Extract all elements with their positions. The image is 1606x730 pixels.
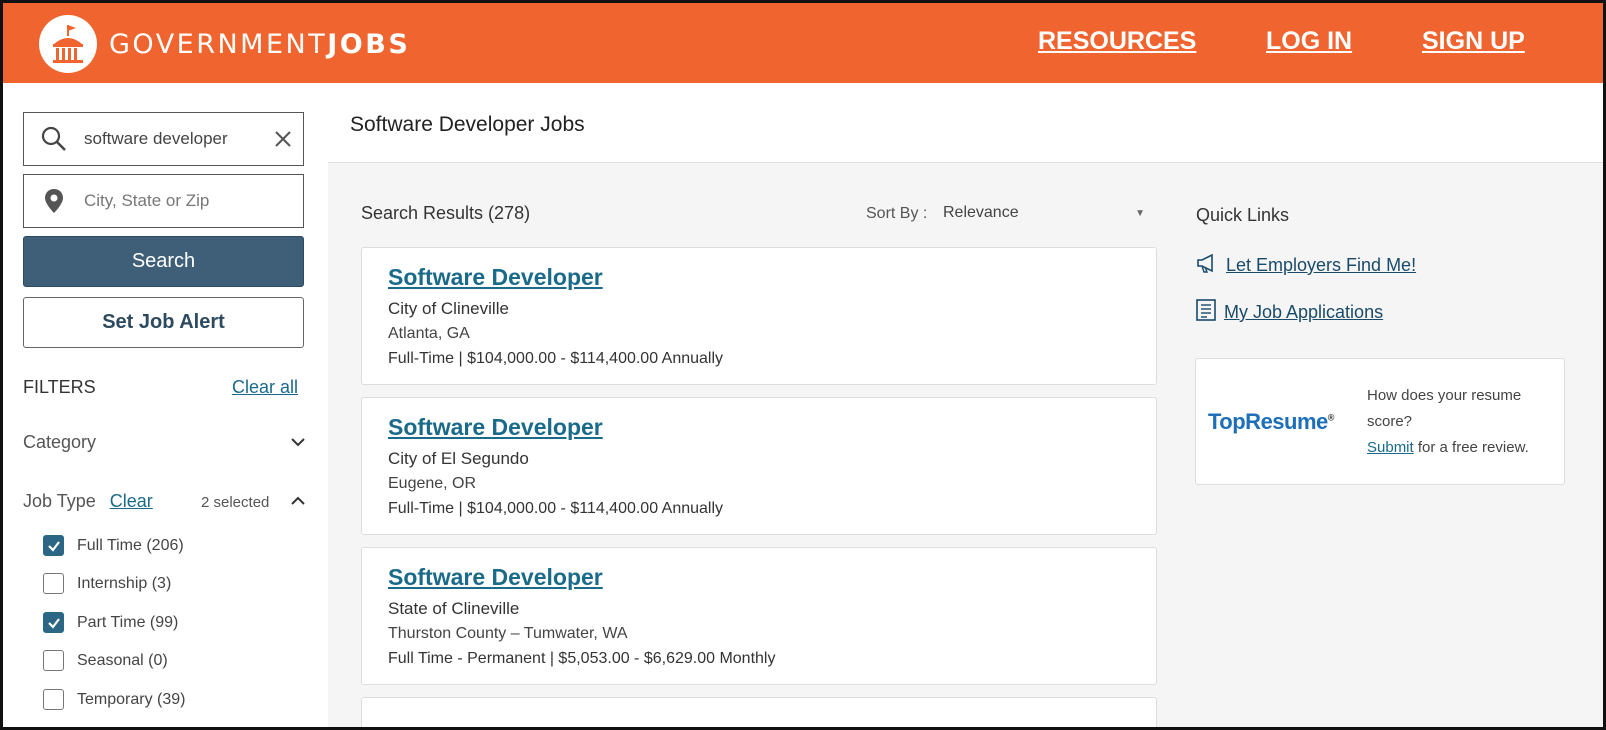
job-employer: City of El Segundo	[388, 449, 529, 468]
job-salary: Full-Time | $104,000.00 - $114,400.00 An…	[388, 350, 724, 367]
job-title-link[interactable]: Software Developer	[388, 264, 603, 291]
part-time-option-label: Part Time (99)	[77, 613, 179, 631]
topresume-ad: TopResume® How does your resume score? S…	[1195, 358, 1565, 485]
job-employer: City of Clineville	[388, 299, 509, 318]
nav-login-link[interactable]: LOG IN	[1266, 27, 1352, 56]
temporary-option-label: Temporary (39)	[77, 690, 186, 708]
category-filter-label: Category	[23, 432, 97, 452]
brand-name-bold: JOBS	[327, 28, 411, 60]
internship-checkbox[interactable]	[43, 573, 64, 594]
job-type-selected-count: 2 selected	[201, 494, 270, 511]
page-title-bar: Software Developer Jobs	[328, 83, 1603, 163]
location-input-placeholder[interactable]: City, State or Zip	[84, 191, 303, 211]
job-type-filter-header: Job Type Clear 2 selected	[23, 491, 306, 512]
internship-option-label: Internship (3)	[77, 574, 172, 592]
nav-signup-link[interactable]: SIGN UP	[1422, 27, 1525, 56]
megaphone-icon	[1196, 253, 1218, 278]
seasonal-checkbox[interactable]	[43, 650, 64, 671]
brand-name-light: GOVERNMENT	[109, 28, 328, 60]
let-employers-find-me-label: Let Employers Find Me!	[1226, 255, 1417, 275]
topresume-question: How does your resume score?	[1367, 387, 1522, 430]
let-employers-find-me-link[interactable]: Let Employers Find Me!	[1196, 253, 1416, 278]
full-time-option-label: Full Time (206)	[77, 536, 184, 554]
check-icon	[47, 540, 60, 552]
job-card-partial[interactable]	[361, 697, 1157, 727]
site-logo[interactable]: GOVERNMENTJOBS	[39, 15, 410, 73]
search-results-count: Search Results (278)	[361, 203, 531, 223]
topresume-logo: TopResume®	[1208, 409, 1334, 434]
topresume-tail: for a free review.	[1413, 439, 1529, 456]
dropdown-arrow-icon: ▼	[1135, 208, 1145, 219]
sort-by-label: Sort By :	[866, 205, 928, 222]
job-salary: Full-Time | $104,000.00 - $114,400.00 An…	[388, 500, 724, 517]
brand-name: GOVERNMENTJOBS	[109, 29, 410, 60]
keyword-search-field[interactable]: software developer	[23, 112, 304, 166]
check-icon	[47, 617, 60, 629]
job-type-option[interactable]: Seasonal (0)	[43, 650, 168, 671]
my-job-applications-label: My Job Applications	[1224, 302, 1384, 322]
job-type-option[interactable]: Part Time (99)	[43, 612, 178, 633]
search-icon	[24, 126, 84, 152]
job-title-link[interactable]: Software Developer	[388, 564, 603, 591]
sort-by-select[interactable]: Relevance ▼	[943, 204, 1153, 226]
job-card[interactable]: Software Developer City of Clineville At…	[361, 247, 1157, 385]
job-employer: State of Clineville	[388, 599, 520, 618]
close-icon[interactable]	[263, 130, 303, 148]
search-button[interactable]: Search	[23, 236, 304, 287]
job-salary: Full Time - Permanent | $5,053.00 - $6,6…	[388, 650, 776, 667]
job-location: Eugene, OR	[388, 475, 477, 492]
job-title-link[interactable]: Software Developer	[388, 414, 603, 441]
filters-heading: FILTERS	[23, 377, 96, 397]
job-type-option[interactable]: Temporary (39)	[43, 689, 185, 710]
quick-links-heading: Quick Links	[1196, 205, 1290, 225]
map-pin-icon	[24, 188, 84, 214]
site-header: GOVERNMENTJOBS RESOURCES LOG IN SIGN UP	[3, 3, 1603, 83]
part-time-checkbox[interactable]	[43, 612, 64, 633]
page-title: Software Developer Jobs	[350, 113, 585, 136]
job-card[interactable]: Software Developer State of Clineville T…	[361, 547, 1157, 685]
topresume-submit-link[interactable]: Submit	[1367, 439, 1414, 456]
chevron-up-icon[interactable]	[290, 493, 306, 514]
job-type-filter-label: Job Type	[23, 491, 96, 511]
set-job-alert-button[interactable]: Set Job Alert	[23, 297, 304, 348]
job-location: Atlanta, GA	[388, 325, 470, 342]
job-card[interactable]: Software Developer City of El Segundo Eu…	[361, 397, 1157, 535]
seasonal-option-label: Seasonal (0)	[77, 651, 168, 669]
page-frame: GOVERNMENTJOBS RESOURCES LOG IN SIGN UP …	[0, 0, 1606, 730]
keyword-input-value[interactable]: software developer	[84, 129, 263, 149]
topresume-brand: TopResume	[1208, 409, 1328, 434]
chevron-down-icon[interactable]	[290, 434, 306, 455]
nav-resources-link[interactable]: RESOURCES	[1038, 27, 1196, 56]
job-location: Thurston County – Tumwater, WA	[388, 625, 628, 642]
capitol-logo-icon	[39, 15, 97, 73]
category-filter-toggle[interactable]: Category	[23, 432, 306, 453]
temporary-checkbox[interactable]	[43, 689, 64, 710]
my-job-applications-link[interactable]: My Job Applications	[1196, 299, 1383, 326]
location-search-field[interactable]: City, State or Zip	[23, 174, 304, 228]
job-type-option[interactable]: Full Time (206)	[43, 535, 184, 556]
clear-all-filters-link[interactable]: Clear all	[232, 377, 298, 398]
job-type-clear-link[interactable]: Clear	[110, 491, 153, 511]
sort-by-value: Relevance	[943, 204, 1019, 221]
topresume-ad-text: How does your resume score? Submit for a…	[1367, 383, 1557, 461]
full-time-checkbox[interactable]	[43, 535, 64, 556]
job-type-option[interactable]: Internship (3)	[43, 573, 171, 594]
document-list-icon	[1196, 299, 1216, 326]
